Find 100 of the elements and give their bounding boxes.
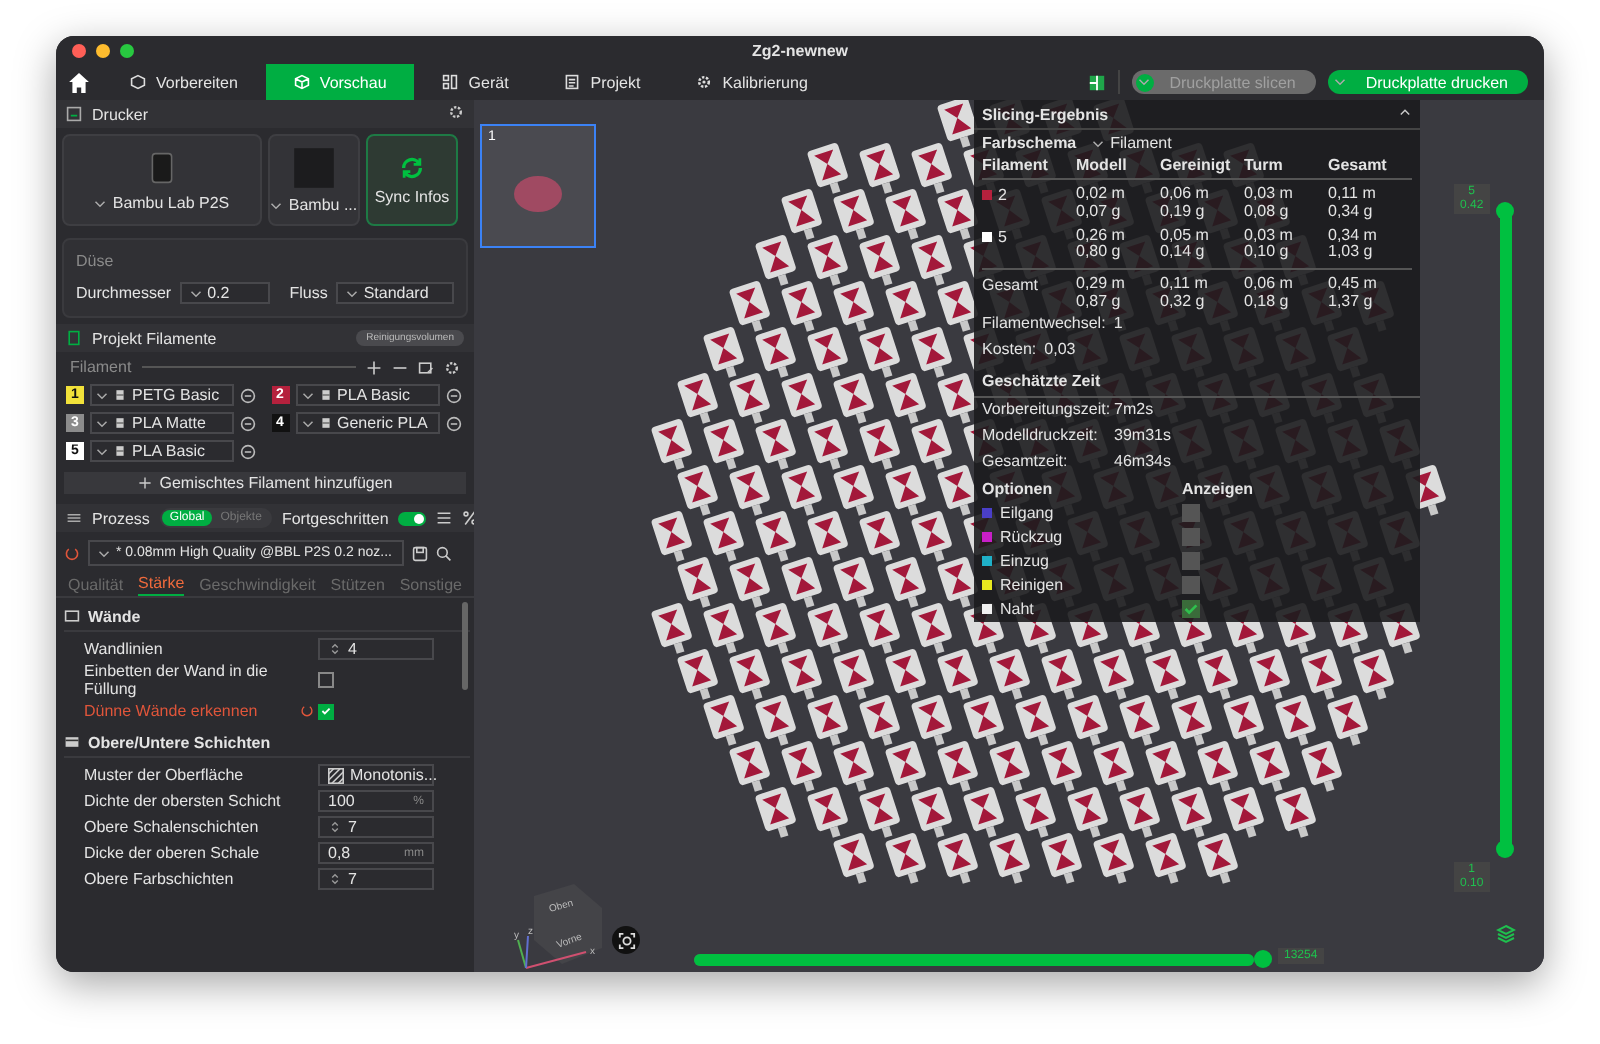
list-icon[interactable] xyxy=(436,510,453,526)
maximize-button[interactable] xyxy=(120,43,134,57)
camera-button[interactable] xyxy=(612,926,640,954)
spinner-icon xyxy=(328,820,342,835)
settings-tab[interactable]: Stärke xyxy=(138,574,185,596)
option-label: Naht xyxy=(1000,599,1034,618)
table-cell-text: 0,29 m 0,87 g xyxy=(1076,276,1127,312)
material-dropdown[interactable]: PLA Basic xyxy=(90,440,234,462)
advanced-label: Fortgeschritten xyxy=(281,509,389,527)
remove-icon[interactable] xyxy=(445,415,461,431)
reset-icon[interactable] xyxy=(64,545,80,561)
setting-label: Wandlinien xyxy=(84,639,165,659)
stat-value: 39m31s xyxy=(1114,425,1171,448)
caret-icon xyxy=(96,391,108,399)
show-checkbox[interactable] xyxy=(1182,575,1200,594)
remove-icon[interactable] xyxy=(445,387,461,403)
caret-icon xyxy=(189,289,202,297)
slider-handle[interactable] xyxy=(1496,202,1514,220)
nozzle-label: Düse xyxy=(76,252,116,270)
stat-value: 1 xyxy=(1113,313,1123,336)
remove-icon[interactable] xyxy=(240,443,256,459)
printer-card[interactable]: Bambu Lab P2S xyxy=(62,134,262,226)
option-label: Einzug xyxy=(1000,551,1049,570)
reset-icon[interactable] xyxy=(299,704,313,719)
advanced-switch[interactable] xyxy=(398,511,427,525)
show-checkbox[interactable] xyxy=(1182,599,1200,618)
device-icon xyxy=(442,74,459,90)
add-icon[interactable] xyxy=(366,359,382,375)
number-field[interactable]: 7 xyxy=(318,868,434,891)
table-cell-text: 0,26 m 0,80 g xyxy=(1076,227,1127,263)
material-dropdown[interactable]: PLA Matte xyxy=(90,412,234,434)
edit-icon[interactable] xyxy=(418,359,434,375)
caret-icon xyxy=(301,419,313,427)
add-mixed-filament-button[interactable]: Gemischtes Filament hinzufügen xyxy=(64,472,466,494)
checkbox[interactable] xyxy=(318,703,334,720)
printer-card[interactable]: Bambu ... xyxy=(268,134,360,226)
sync-button[interactable]: Sync Infos xyxy=(366,134,458,226)
number-field[interactable]: 7 xyxy=(318,816,434,839)
stat-label: Filamentwechsel: xyxy=(982,313,1106,336)
table-cell-text: 0,11 m 0,32 g xyxy=(1160,276,1210,312)
material-dropdown[interactable]: PETG Basic xyxy=(90,384,234,406)
show-checkbox[interactable] xyxy=(1182,551,1200,570)
home-icon[interactable] xyxy=(68,71,90,93)
column-header: Anzeigen xyxy=(1182,479,1256,498)
spool-icon xyxy=(114,444,126,458)
sync-icon xyxy=(398,154,426,182)
printer-icon xyxy=(66,106,82,122)
column-header: Gesamt xyxy=(1328,156,1412,180)
caret-icon xyxy=(1092,139,1105,147)
flow-dropdown[interactable]: Standard xyxy=(335,282,454,304)
percent-icon[interactable] xyxy=(462,510,474,526)
settings-icon[interactable] xyxy=(444,359,460,375)
stat-label: Vorbereitungszeit: xyxy=(982,400,1106,422)
settings-icon[interactable] xyxy=(448,104,464,120)
field-label: Durchmesser xyxy=(76,284,172,302)
add-icon xyxy=(137,476,152,490)
nav-tab[interactable]: Gerät xyxy=(414,64,537,100)
collapse-icon[interactable] xyxy=(1398,106,1412,120)
minimize-button[interactable] xyxy=(96,43,110,57)
slider-handle[interactable] xyxy=(1254,950,1272,968)
color-scheme-dropdown[interactable]: Filament xyxy=(1092,134,1172,152)
checkbox[interactable] xyxy=(318,672,334,689)
caret-icon xyxy=(345,289,358,297)
slider-handle[interactable] xyxy=(1496,840,1514,858)
diameter-dropdown[interactable]: 0.2 xyxy=(179,282,270,304)
material-dropdown[interactable]: Generic PLA xyxy=(295,412,439,434)
table-cell-text: 0,34 m 1,03 g xyxy=(1328,227,1379,263)
spinner-icon xyxy=(328,872,342,887)
layout-icon[interactable] xyxy=(1087,73,1106,91)
cube-icon xyxy=(130,74,146,90)
stat-value: 46m34s xyxy=(1114,451,1171,474)
scrollbar[interactable] xyxy=(462,602,468,690)
panel-title: Slicing-Ergebnis xyxy=(982,106,1109,124)
remove-icon[interactable] xyxy=(240,387,256,403)
setting-label: Obere Schalenschichten xyxy=(84,818,261,837)
nav-tab[interactable]: Kalibrierung xyxy=(668,64,836,100)
nav-tab[interactable]: Vorbereiten xyxy=(102,64,266,100)
spinner-icon xyxy=(328,642,342,656)
column-header: Filament xyxy=(982,156,1076,180)
caret-icon xyxy=(1334,78,1347,86)
color-scheme-label: Farbschema xyxy=(982,134,1077,152)
show-checkbox[interactable] xyxy=(1182,503,1200,522)
spool-icon xyxy=(114,388,126,402)
gear-icon xyxy=(696,74,713,90)
setting-label: Muster der Oberfläche xyxy=(84,766,246,785)
material-dropdown[interactable]: PLA Basic xyxy=(295,384,439,406)
number-field[interactable]: 4 xyxy=(318,638,434,660)
spool-icon xyxy=(114,416,126,430)
show-checkbox[interactable] xyxy=(1182,527,1200,546)
nav-tab[interactable]: Projekt xyxy=(536,64,669,100)
section-title: Projekt Filamente xyxy=(92,329,217,347)
save-icon[interactable] xyxy=(412,545,428,561)
search-icon[interactable] xyxy=(436,545,452,561)
pattern-dropdown[interactable]: Monotonis... xyxy=(318,764,434,787)
option-label: Rückzug xyxy=(1000,527,1063,546)
hatch-pattern-icon xyxy=(328,767,344,784)
remove-icon[interactable] xyxy=(240,415,256,431)
layers-icon[interactable] xyxy=(1496,924,1516,944)
close-button[interactable] xyxy=(72,43,86,57)
section-heading: Wände xyxy=(88,607,141,625)
